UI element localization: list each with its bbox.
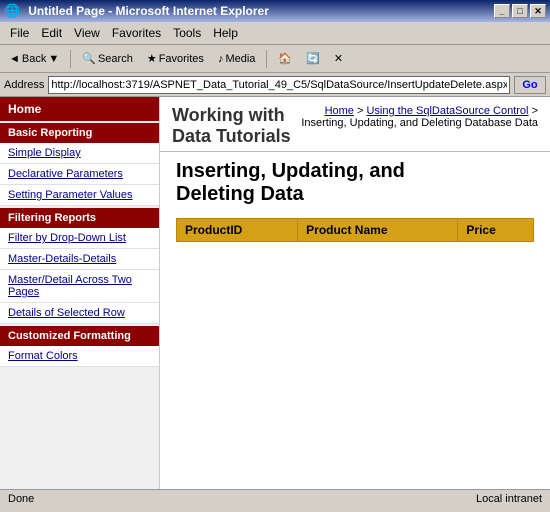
status-text: Done	[8, 493, 34, 505]
home-button[interactable]: 🏠	[273, 48, 297, 70]
go-button[interactable]: Go	[514, 76, 546, 94]
breadcrumb: Home > Using the SqlDataSource Control >…	[297, 105, 538, 129]
back-dropdown-icon[interactable]: ▼	[48, 53, 59, 65]
sidebar-item-simple-display[interactable]: Simple Display	[0, 143, 159, 164]
sidebar-item-declarative-parameters[interactable]: Declarative Parameters	[0, 164, 159, 185]
close-button[interactable]: ✕	[530, 4, 546, 18]
window-controls: _ □ ✕	[494, 4, 546, 18]
site-title: Working with Data Tutorials	[172, 105, 297, 147]
menu-tools[interactable]: Tools	[167, 24, 207, 42]
menu-help[interactable]: Help	[207, 24, 244, 42]
back-label: Back	[22, 53, 46, 65]
stop-button[interactable]: ✕	[329, 48, 348, 70]
sidebar-item-format-colors[interactable]: Format Colors	[0, 346, 159, 367]
sidebar-item-master-details[interactable]: Master-Details-Details	[0, 249, 159, 270]
media-label: Media	[225, 53, 255, 65]
sidebar-item-details-selected-row[interactable]: Details of Selected Row	[0, 303, 159, 324]
status-zone: Local intranet	[476, 493, 542, 505]
breadcrumb-current: Inserting, Updating, and Deleting Databa…	[301, 117, 538, 129]
favorites-button[interactable]: ★ Favorites	[142, 48, 209, 70]
search-button[interactable]: 🔍 Search	[77, 48, 138, 70]
products-table: ProductID Product Name Price	[176, 218, 534, 242]
column-header-productid: ProductID	[177, 219, 298, 242]
toolbar: ◄ Back ▼ 🔍 Search ★ Favorites ♪ Media 🏠 …	[0, 45, 550, 73]
maximize-button[interactable]: □	[512, 4, 528, 18]
page-title: Inserting, Updating, andDeleting Data	[176, 160, 534, 206]
title-bar: 🌐 Untitled Page - Microsoft Internet Exp…	[0, 0, 550, 22]
address-bar: Address Go	[0, 73, 550, 97]
toolbar-separator-2	[266, 50, 267, 68]
favorites-label: Favorites	[159, 53, 204, 65]
sidebar-section-filtering-reports: Filtering Reports	[0, 208, 159, 228]
sidebar-home[interactable]: Home	[0, 97, 159, 121]
menu-favorites[interactable]: Favorites	[106, 24, 167, 42]
sidebar-section-basic-reporting: Basic Reporting	[0, 123, 159, 143]
window-title: Untitled Page - Microsoft Internet Explo…	[24, 4, 494, 18]
search-icon: 🔍	[82, 52, 96, 65]
media-button[interactable]: ♪ Media	[213, 48, 260, 70]
content-area: Home Basic Reporting Simple Display Decl…	[0, 97, 550, 489]
media-icon: ♪	[218, 53, 224, 65]
page-header-row: Working with Data Tutorials Home > Using…	[160, 97, 550, 152]
main-inner: Inserting, Updating, andDeleting Data Pr…	[160, 152, 550, 250]
column-header-price: Price	[458, 219, 534, 242]
toolbar-separator-1	[70, 50, 71, 68]
menu-edit[interactable]: Edit	[35, 24, 68, 42]
refresh-button[interactable]: 🔄	[301, 48, 325, 70]
breadcrumb-sqldatasource[interactable]: Using the SqlDataSource Control	[366, 105, 528, 117]
sidebar: Home Basic Reporting Simple Display Decl…	[0, 97, 160, 489]
back-arrow-icon: ◄	[9, 53, 20, 65]
menu-file[interactable]: File	[4, 24, 35, 42]
menu-bar: File Edit View Favorites Tools Help	[0, 22, 550, 45]
back-button[interactable]: ◄ Back ▼	[4, 48, 64, 70]
search-label: Search	[98, 53, 133, 65]
sidebar-item-filter-dropdown[interactable]: Filter by Drop-Down List	[0, 228, 159, 249]
column-header-productname: Product Name	[298, 219, 458, 242]
menu-view[interactable]: View	[68, 24, 106, 42]
status-bar: Done Local intranet	[0, 489, 550, 507]
sidebar-item-setting-parameter-values[interactable]: Setting Parameter Values	[0, 185, 159, 206]
minimize-button[interactable]: _	[494, 4, 510, 18]
breadcrumb-home[interactable]: Home	[325, 105, 354, 117]
address-input[interactable]	[48, 76, 510, 94]
sidebar-section-customized-formatting: Customized Formatting	[0, 326, 159, 346]
sidebar-item-master-detail-two-pages[interactable]: Master/Detail Across Two Pages	[0, 270, 159, 303]
main-area: Working with Data Tutorials Home > Using…	[160, 97, 550, 489]
address-label: Address	[4, 79, 44, 91]
breadcrumb-sep2: >	[532, 105, 538, 117]
ie-icon: 🌐	[4, 3, 20, 19]
favorites-icon: ★	[147, 52, 157, 65]
